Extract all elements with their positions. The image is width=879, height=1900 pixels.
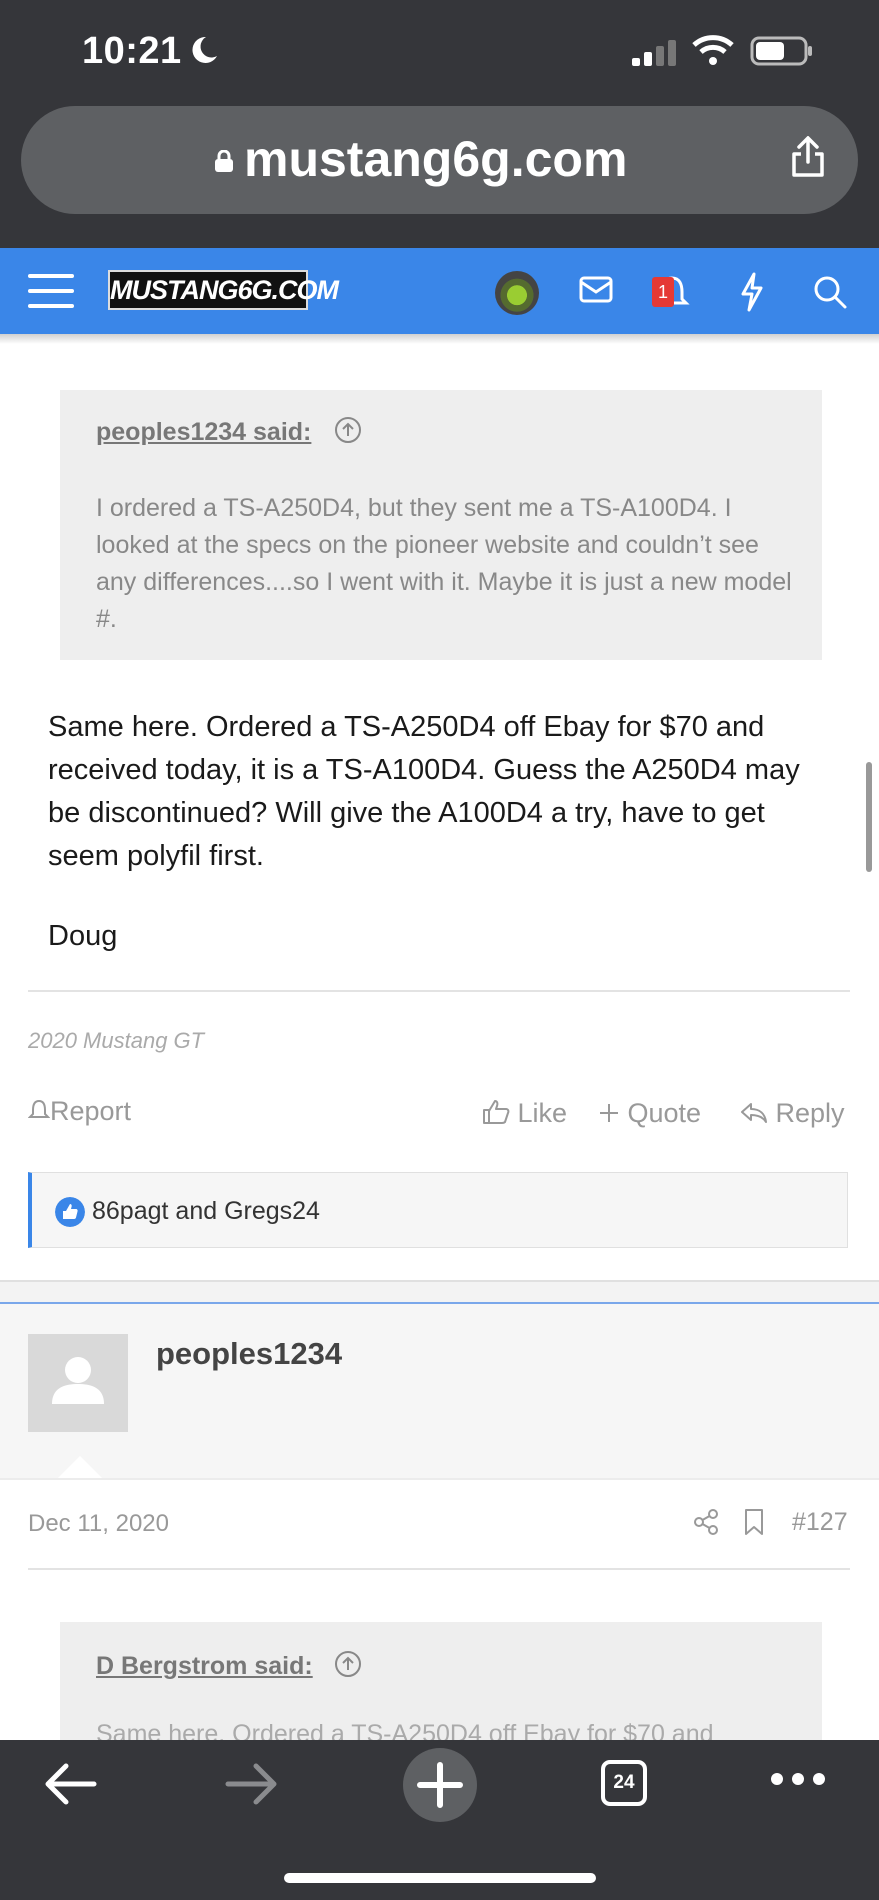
post-username[interactable]: peoples1234 xyxy=(156,1336,342,1372)
post-number-link[interactable]: #127 xyxy=(792,1508,848,1537)
thumbs-up-icon xyxy=(483,1100,510,1124)
like-button[interactable]: Like xyxy=(482,1098,567,1129)
quote-label: Quote xyxy=(627,1098,702,1128)
status-time: 10:21 xyxy=(82,30,182,72)
quote-button[interactable]: Quote xyxy=(598,1098,701,1129)
quote-text: I ordered a TS-A250D4, but they sent me … xyxy=(96,494,792,633)
like-label: Like xyxy=(517,1098,568,1128)
home-indicator[interactable] xyxy=(284,1873,596,1883)
more-dots-icon[interactable] xyxy=(770,1772,826,1786)
wifi-icon xyxy=(692,35,734,65)
report-button[interactable]: Report xyxy=(27,1096,132,1127)
divider xyxy=(28,990,850,992)
reactions-users[interactable]: 86pagt and Gregs24 xyxy=(92,1197,320,1226)
plus-icon xyxy=(417,1762,463,1808)
bookmark-icon[interactable] xyxy=(743,1508,765,1536)
mail-icon[interactable] xyxy=(579,276,613,304)
tab-switcher-button[interactable]: 24 xyxy=(601,1760,647,1806)
post-body-text: Same here. Ordered a TS-A250D4 off Ebay … xyxy=(48,711,800,872)
quote-author-link[interactable]: D Bergstrom said: xyxy=(96,1652,313,1681)
bell-outline-icon xyxy=(27,1099,51,1118)
alert-count-badge[interactable]: 1 xyxy=(652,277,674,307)
share-icon[interactable] xyxy=(790,136,826,178)
user-signature: 2020 Mustang GT xyxy=(28,1028,205,1053)
header-shadow xyxy=(0,334,879,344)
battery-icon xyxy=(750,36,812,66)
moon-icon xyxy=(192,36,217,63)
report-label: Report xyxy=(50,1096,132,1126)
arrow-up-circle-icon[interactable] xyxy=(334,1650,362,1678)
page-scrollbar[interactable] xyxy=(866,762,872,872)
forward-arrow-icon[interactable] xyxy=(224,1760,280,1808)
share-icon[interactable] xyxy=(693,1508,719,1536)
quote-author-link[interactable]: peoples1234 said: xyxy=(96,418,311,447)
divider xyxy=(28,1568,850,1570)
lock-icon xyxy=(215,150,233,172)
post-user-panel xyxy=(0,1304,879,1480)
arrow-up-circle-icon[interactable] xyxy=(334,416,362,444)
new-tab-button[interactable] xyxy=(403,1748,477,1822)
user-panel-caret xyxy=(58,1456,102,1478)
signal-icon xyxy=(632,40,676,66)
reply-icon xyxy=(741,1103,767,1123)
search-icon[interactable] xyxy=(812,274,848,310)
post-sign-off: Doug xyxy=(48,920,118,952)
user-avatar-icon[interactable] xyxy=(495,271,539,315)
avatar[interactable] xyxy=(28,1334,128,1432)
reply-label: Reply xyxy=(775,1098,845,1128)
reply-button[interactable]: Reply xyxy=(740,1098,845,1129)
url-text[interactable]: mustang6g.com xyxy=(244,130,627,188)
plus-icon xyxy=(600,1104,618,1122)
like-reaction-icon xyxy=(55,1197,85,1227)
post-date[interactable]: Dec 11, 2020 xyxy=(28,1510,169,1538)
lightning-icon[interactable] xyxy=(740,272,764,312)
back-arrow-icon[interactable] xyxy=(42,1760,98,1808)
default-user-icon xyxy=(52,1357,104,1404)
menu-icon[interactable] xyxy=(28,272,74,310)
site-logo[interactable]: MUSTANG6G.COM xyxy=(108,270,339,310)
